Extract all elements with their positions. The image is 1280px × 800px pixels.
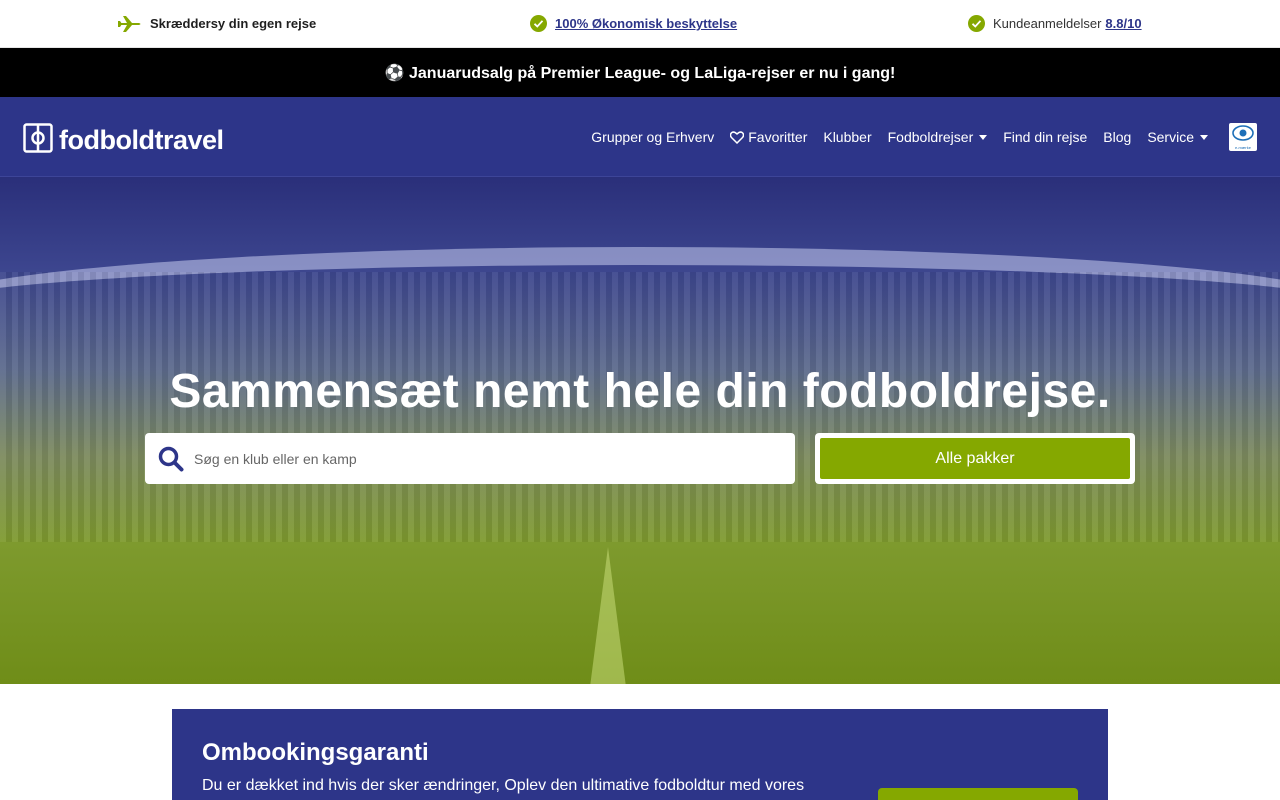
nav-item-football-trips-label: Fodboldrejser — [887, 129, 974, 145]
search-input[interactable] — [194, 450, 754, 467]
nav-item-find-trip[interactable]: Find din rejse — [1003, 129, 1087, 145]
rebooking-guarantee-section: Ombookingsgaranti Du er dækket ind hvis … — [172, 709, 1108, 800]
nav-item-groups-label: Grupper og Erhverv — [591, 129, 715, 145]
hero-title: Sammensæt nemt hele din fodboldrejse. — [169, 365, 1111, 418]
site-logo[interactable]: fodboldtravel — [23, 123, 224, 158]
emark-label: e-mærke — [1234, 144, 1251, 150]
emark-badge[interactable]: e-mærke — [1229, 123, 1257, 151]
reviews-label: Kundeanmeldelser — [993, 16, 1102, 31]
hero-section: Sammensæt nemt hele din fodboldrejse. Al… — [0, 177, 1280, 684]
main-navbar: fodboldtravel Grupper og Erhverv Favorit… — [0, 97, 1280, 177]
nav-item-blog-label: Blog — [1103, 129, 1132, 145]
emark-icon — [1232, 124, 1254, 146]
trust-item-financial-protection: 100% Økonomisk beskyttelse — [530, 0, 737, 47]
check-circle-icon — [968, 15, 985, 32]
nav-item-clubs-label: Klubber — [823, 129, 872, 145]
pitch-line-decoration — [590, 547, 626, 684]
nav-item-blog[interactable]: Blog — [1103, 129, 1131, 145]
nav-item-favorites[interactable]: Favoritter — [730, 129, 807, 145]
guarantee-text: Du er dækket ind hvis der sker ændringer… — [202, 777, 805, 794]
chevron-down-icon — [979, 134, 988, 140]
trust-item-custom-trip-label: Skræddersy din egen rejse — [150, 16, 317, 31]
nav-item-service-label: Service — [1147, 129, 1194, 145]
nav-item-favorites-label: Favoritter — [748, 129, 808, 145]
nav-item-groups[interactable]: Grupper og Erhverv — [591, 129, 714, 145]
airplane-icon — [118, 15, 142, 33]
nav-item-service[interactable]: Service — [1147, 129, 1208, 145]
trust-item-reviews: Kundeanmeldelser 8.8/10 — [968, 0, 1142, 47]
nav-item-clubs[interactable]: Klubber — [823, 129, 871, 145]
all-packages-label: Alle pakker — [820, 438, 1130, 479]
reviews-score-link[interactable]: 8.8/10 — [1105, 16, 1141, 31]
nav-item-football-trips[interactable]: Fodboldrejser — [888, 129, 988, 145]
search-box[interactable] — [145, 433, 795, 484]
search-icon — [158, 446, 184, 472]
promo-text: ⚽ Januarudsalg på Premier League- og LaL… — [384, 64, 896, 82]
promo-bar[interactable]: ⚽ Januarudsalg på Premier League- og LaL… — [0, 48, 1280, 97]
trust-bar: Skræddersy din egen rejse 100% Økonomisk… — [0, 0, 1280, 48]
guarantee-title: Ombookingsgaranti — [202, 739, 429, 766]
guarantee-cta-button[interactable] — [878, 788, 1078, 800]
trust-item-custom-trip: Skræddersy din egen rejse — [118, 0, 316, 47]
check-circle-icon — [530, 15, 547, 32]
chevron-down-icon — [1200, 134, 1208, 140]
logo-pitch-icon — [23, 123, 53, 158]
financial-protection-link[interactable]: 100% Økonomisk beskyttelse — [555, 16, 737, 31]
nav-item-find-trip-label: Find din rejse — [1003, 129, 1088, 145]
logo-text: fodboldtravel — [59, 125, 224, 155]
nav-menu: Grupper og Erhverv Favoritter Klubber Fo… — [575, 97, 1208, 177]
all-packages-button[interactable]: Alle pakker — [815, 433, 1135, 484]
heart-icon — [730, 130, 745, 144]
